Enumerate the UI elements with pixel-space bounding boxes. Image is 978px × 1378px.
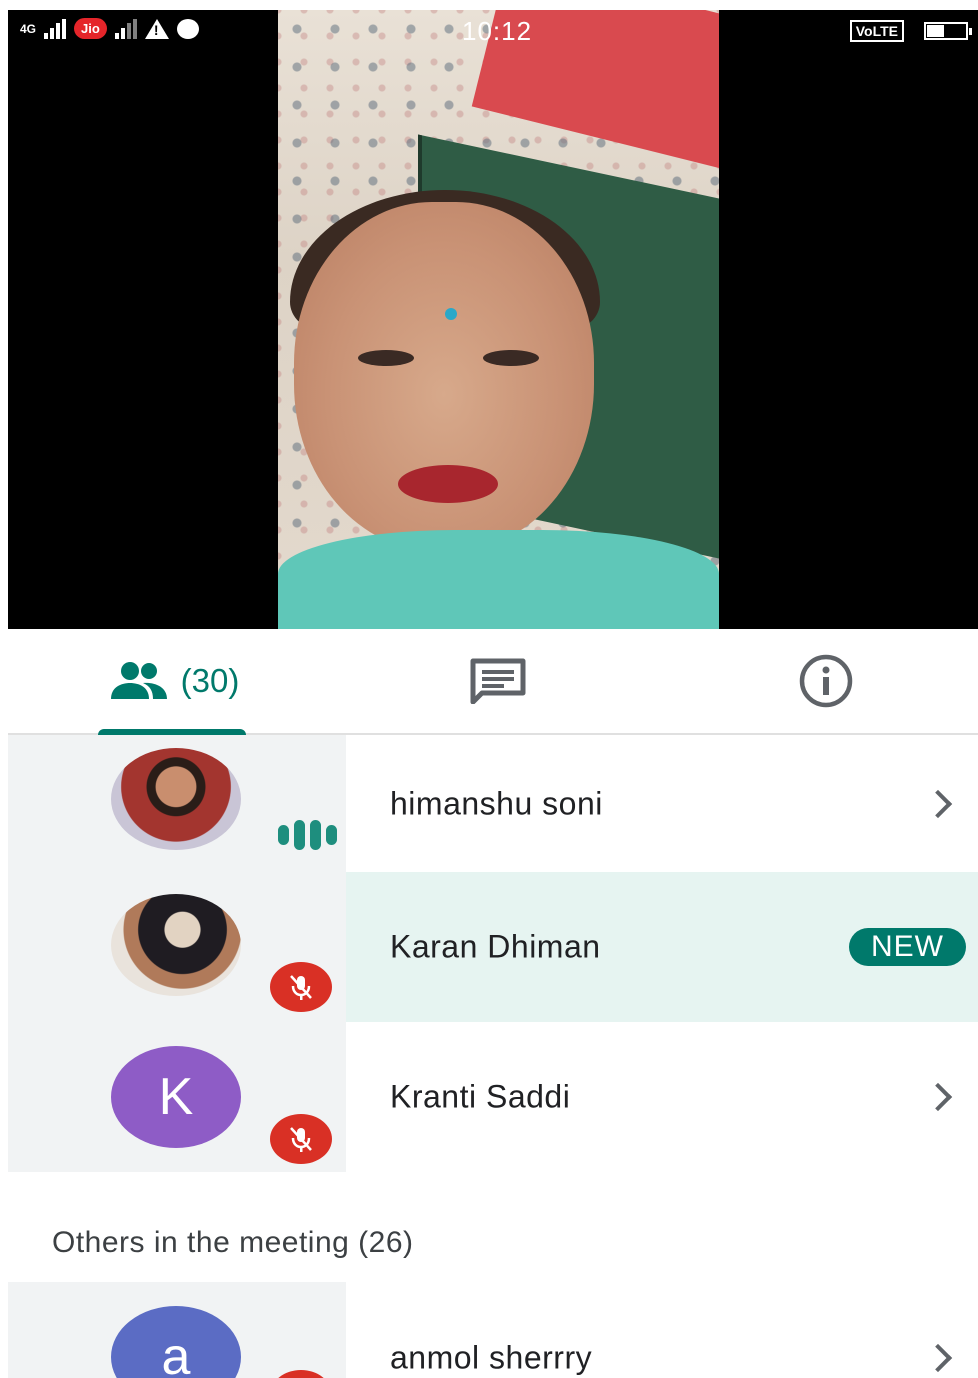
participant-name: anmol sherrry: [390, 1339, 593, 1376]
status-time: 10:12: [462, 16, 533, 46]
chevron-right-icon[interactable]: [923, 1343, 953, 1373]
people-icon: [110, 662, 167, 699]
participant-name: Kranti Saddi: [390, 1078, 571, 1115]
participant-name: Karan Dhiman: [390, 928, 601, 965]
tab-chat[interactable]: [448, 629, 548, 733]
avatar: [111, 894, 241, 996]
chat-icon: [470, 658, 526, 704]
mic-off-icon: [270, 962, 332, 1012]
speaking-indicator-icon: [278, 820, 337, 850]
warning-icon: [144, 18, 169, 39]
status-bar: 4G Jio 10:12 VoLTE: [8, 10, 978, 54]
mic-off-icon: [270, 1114, 332, 1164]
status-right-group: VoLTE: [849, 20, 972, 42]
tab-info[interactable]: [773, 629, 878, 733]
chevron-right-icon[interactable]: [923, 789, 953, 818]
feed-bindi: [445, 308, 457, 320]
participant-name: himanshu soni: [390, 785, 603, 821]
feed-eye-right: [483, 350, 539, 366]
mic-off-icon: [270, 1370, 332, 1378]
avatar: a: [111, 1306, 241, 1378]
message-icon: [176, 18, 199, 39]
people-count: (30): [180, 662, 240, 699]
battery-fill: [927, 25, 945, 37]
participant-row[interactable]: K Kranti Saddi: [8, 1022, 978, 1172]
avatar-column: a: [8, 1282, 346, 1378]
video-area[interactable]: [8, 10, 978, 629]
battery-icon: [924, 22, 972, 40]
avatar-column: [8, 872, 346, 1022]
chevron-right-icon[interactable]: [923, 1082, 953, 1112]
participant-row[interactable]: Karan Dhiman NEW: [8, 872, 978, 1022]
others-section-title: Others in the meeting (26): [52, 1226, 414, 1259]
signal-icon-2: [114, 18, 137, 39]
volte-icon: VoLTE: [849, 20, 904, 42]
signal-icon: [44, 18, 67, 39]
tab-people[interactable]: (30): [98, 629, 248, 733]
participant-row[interactable]: himanshu soni: [8, 735, 978, 872]
avatar-column: [8, 735, 346, 872]
meeting-tabs: (30): [8, 629, 978, 735]
new-badge: NEW: [849, 928, 966, 966]
feed-eye-left: [358, 350, 414, 366]
network-type-label: 4G: [20, 21, 37, 36]
feed-lips: [398, 465, 498, 503]
participant-row[interactable]: a anmol sherrry: [8, 1282, 978, 1378]
avatar: K: [111, 1046, 241, 1148]
avatar-column: K: [8, 1022, 346, 1172]
avatar: [111, 748, 241, 850]
feed-shirt: [278, 530, 719, 629]
carrier-badge: Jio: [74, 18, 107, 39]
info-icon: [799, 654, 852, 708]
status-left-group: 4G Jio: [20, 18, 199, 39]
main-video-feed[interactable]: [278, 10, 719, 629]
